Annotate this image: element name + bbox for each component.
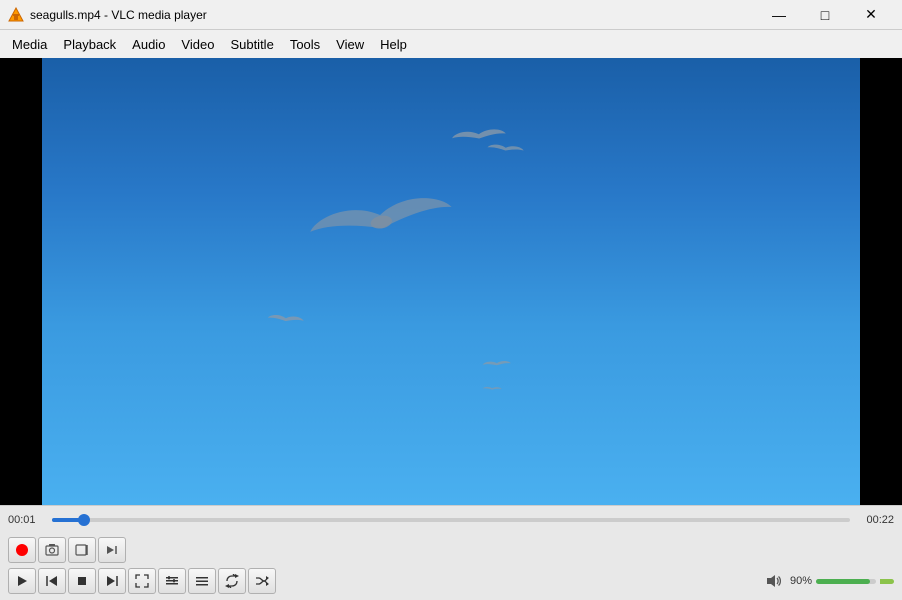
title-bar: seagulls.mp4 - VLC media player — □ ✕ — [0, 0, 902, 30]
menu-bar: Media Playback Audio Video Subtitle Tool… — [0, 30, 902, 58]
right-letterbox — [860, 58, 902, 505]
menu-media[interactable]: Media — [4, 33, 55, 56]
next-icon — [105, 574, 119, 588]
menu-subtitle[interactable]: Subtitle — [222, 33, 281, 56]
next-chapter-button[interactable] — [98, 568, 126, 594]
maximize-button[interactable]: □ — [802, 0, 848, 30]
loop-frame-button[interactable] — [68, 537, 96, 563]
playlist-button[interactable] — [188, 568, 216, 594]
vlc-icon — [8, 7, 24, 23]
extended-settings-button[interactable] — [158, 568, 186, 594]
volume-extra — [880, 579, 894, 584]
random-button[interactable] — [248, 568, 276, 594]
menu-tools[interactable]: Tools — [282, 33, 328, 56]
loop-button[interactable] — [218, 568, 246, 594]
progress-row: 00:01 00:22 — [0, 506, 902, 534]
transport-buttons-row1 — [0, 534, 902, 566]
video-frame — [42, 58, 860, 505]
step-frame-icon — [105, 543, 119, 557]
menu-video[interactable]: Video — [173, 33, 222, 56]
controls-area: 00:01 00:22 — [0, 505, 902, 600]
fullscreen-button[interactable] — [128, 568, 156, 594]
transport-buttons-row2: 90% — [0, 566, 902, 600]
stop-icon — [76, 575, 88, 587]
record-icon — [16, 544, 28, 556]
window-title: seagulls.mp4 - VLC media player — [30, 8, 756, 22]
record-button[interactable] — [8, 537, 36, 563]
play-button[interactable] — [8, 568, 36, 594]
left-letterbox — [0, 58, 42, 505]
volume-slider[interactable] — [816, 579, 876, 584]
snapshot-icon — [45, 543, 59, 557]
menu-view[interactable]: View — [328, 33, 372, 56]
seagulls-svg — [84, 58, 818, 471]
extended-icon — [165, 574, 179, 588]
volume-fill — [816, 579, 870, 584]
menu-help[interactable]: Help — [372, 33, 415, 56]
minimize-button[interactable]: — — [756, 0, 802, 30]
time-total: 00:22 — [858, 514, 894, 526]
window-controls: — □ ✕ — [756, 0, 894, 30]
volume-area: 90% — [762, 569, 894, 593]
play-icon — [16, 575, 28, 587]
stop-button[interactable] — [68, 568, 96, 594]
volume-icon — [766, 573, 782, 589]
random-icon — [255, 574, 269, 588]
video-area — [0, 58, 902, 505]
progress-thumb[interactable] — [78, 514, 90, 526]
close-button[interactable]: ✕ — [848, 0, 894, 30]
menu-audio[interactable]: Audio — [124, 33, 173, 56]
playlist-icon — [195, 574, 209, 588]
prev-chapter-button[interactable] — [38, 568, 66, 594]
time-current: 00:01 — [8, 514, 44, 526]
snapshot-button[interactable] — [38, 537, 66, 563]
volume-percent: 90% — [790, 575, 812, 587]
prev-icon — [45, 574, 59, 588]
fullscreen-icon — [135, 574, 149, 588]
progress-bar[interactable] — [52, 518, 850, 522]
volume-button[interactable] — [762, 569, 786, 593]
step-frame-button[interactable] — [98, 537, 126, 563]
menu-playback[interactable]: Playback — [55, 33, 124, 56]
loop-icon — [225, 574, 239, 588]
loop-frame-icon — [75, 543, 89, 557]
